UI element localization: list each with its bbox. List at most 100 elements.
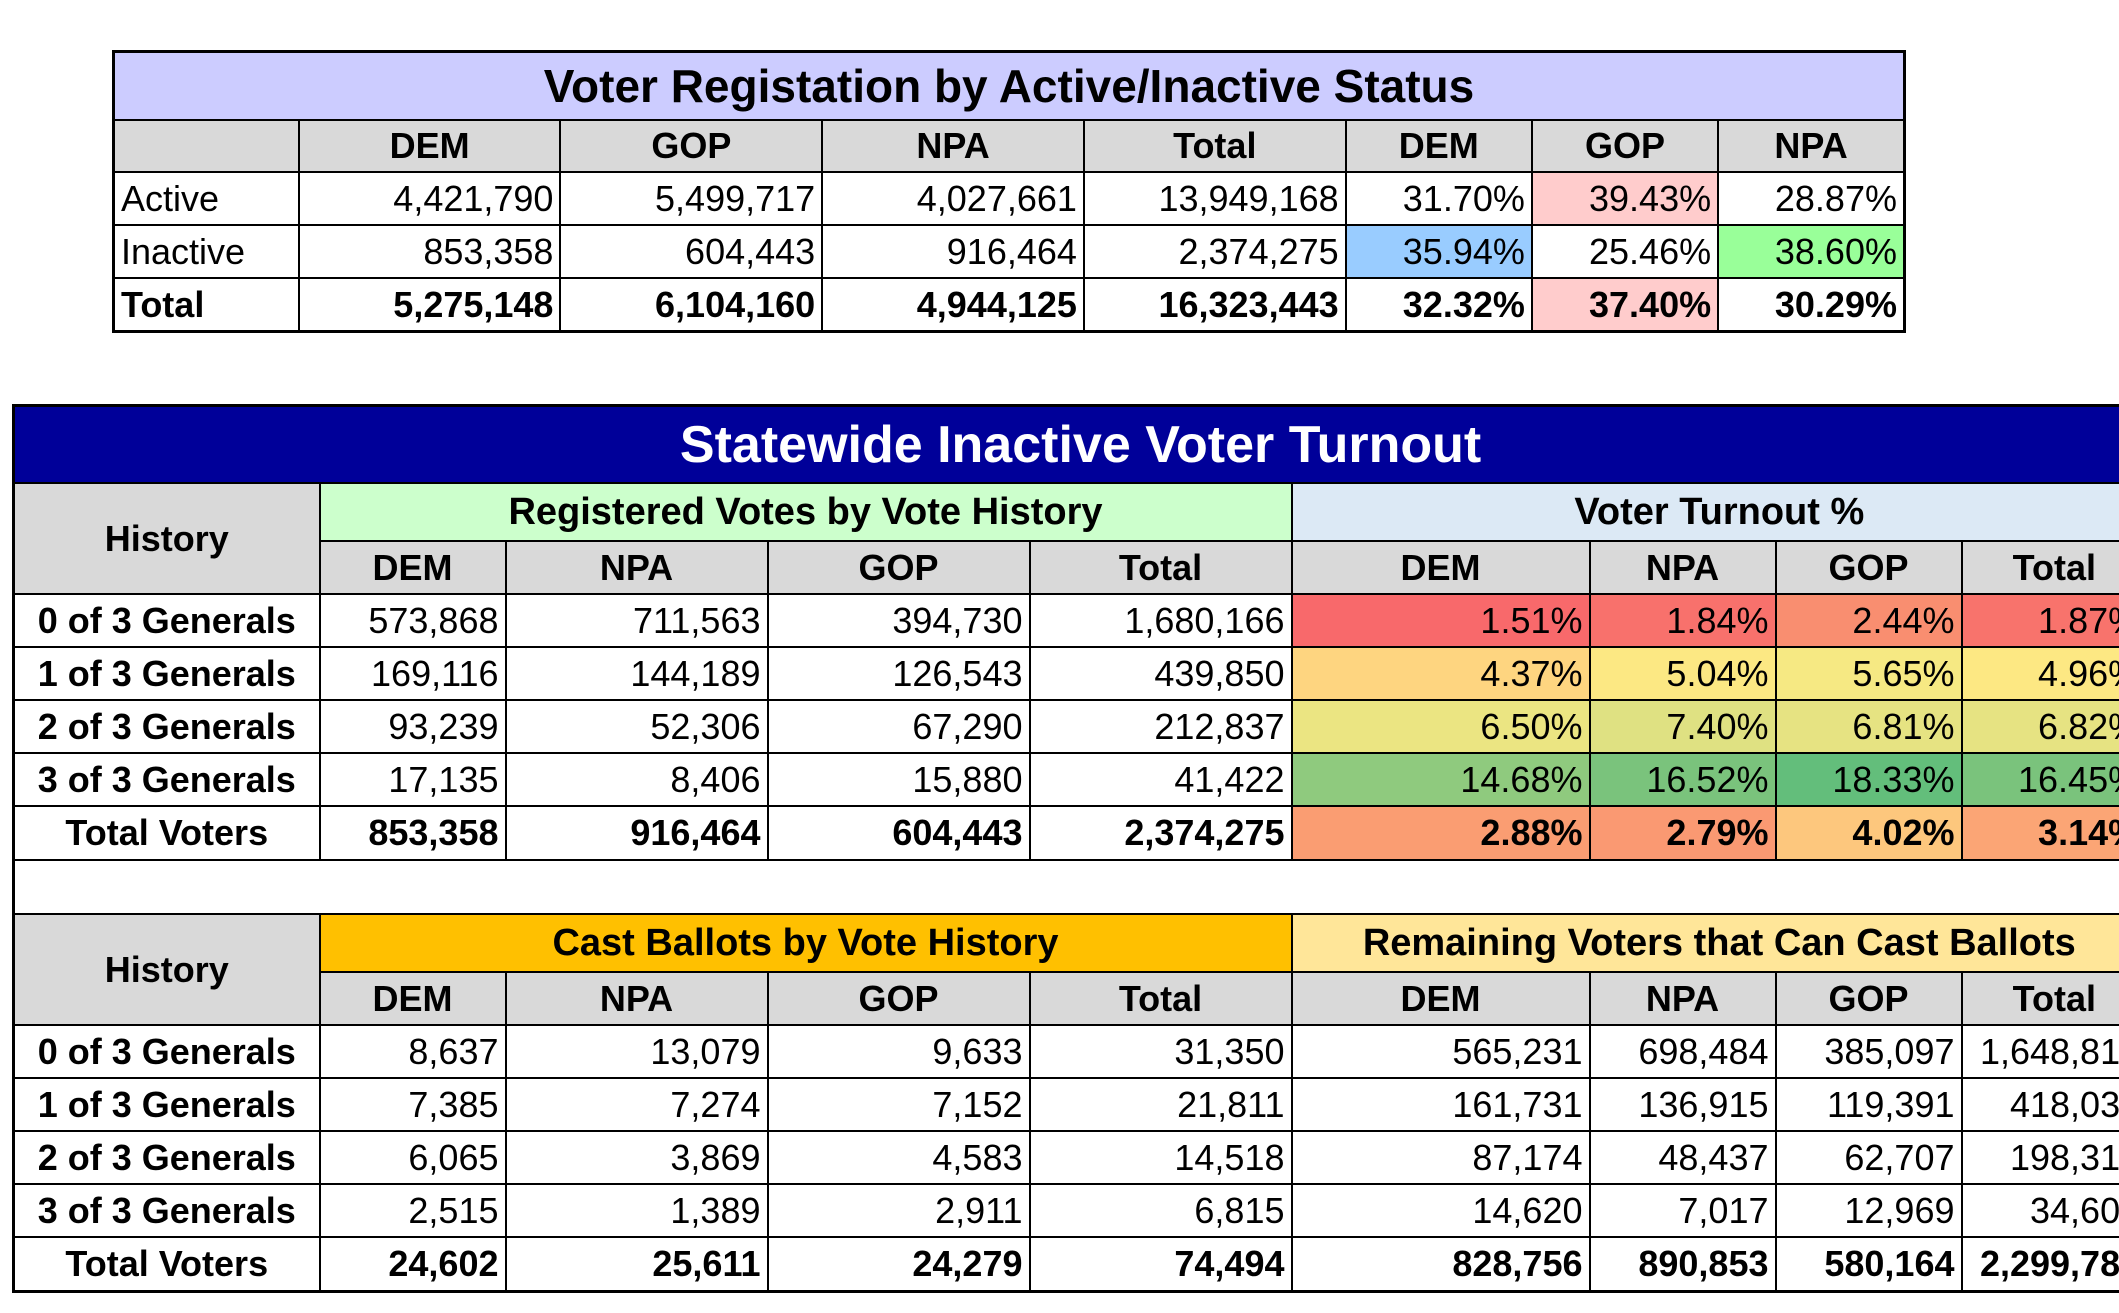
turnout-gop-pct: 6.81%: [1774, 699, 1963, 754]
history-header: History: [12, 913, 321, 1026]
cell-total: 2,374,275: [1082, 224, 1347, 279]
cast-total: 14,518: [1028, 1130, 1293, 1185]
cell-npa: 4,944,125: [821, 277, 1085, 333]
cell-npa: 4,027,661: [821, 171, 1085, 226]
table-row-total: Total Voters 853,358 916,464 604,443 2,374,2…: [12, 805, 2119, 861]
row-label: Total: [112, 277, 300, 333]
sub-header-dem: DEM: [318, 540, 507, 595]
turnout-npa-pct: 1.84%: [1588, 593, 1777, 648]
table-row: 2 of 3 Generals 6,065 3,869 4,583 14,518 87,1…: [12, 1130, 2119, 1185]
remaining-dem: 828,756: [1290, 1236, 1591, 1293]
turnout-gop-pct: 4.02%: [1774, 805, 1963, 861]
cell-gop-pct: 39.43%: [1530, 171, 1720, 226]
registered-total: 2,374,275: [1028, 805, 1293, 861]
registered-npa: 8,406: [504, 752, 769, 807]
table-row: 3 of 3 Generals 2,515 1,389 2,911 6,815 14,62…: [12, 1183, 2119, 1238]
history-label: 1 of 3 Generals: [12, 646, 321, 701]
history-label: 0 of 3 Generals: [12, 1024, 321, 1079]
table-row: Active 4,421,790 5,499,717 4,027,661 13,…: [112, 171, 1906, 226]
cast-dem: 6,065: [318, 1130, 507, 1185]
registered-gop: 126,543: [766, 646, 1031, 701]
turnout-group-header: Voter Turnout %: [1290, 482, 2119, 542]
registered-total: 212,837: [1028, 699, 1293, 754]
sub-header-npa: NPA: [504, 971, 769, 1026]
cast-total: 31,350: [1028, 1024, 1293, 1079]
turnout-dem-pct: 2.88%: [1290, 805, 1591, 861]
cast-npa: 7,274: [504, 1077, 769, 1132]
table-row: 2 of 3 Generals 93,239 52,306 67,290 212,837…: [12, 699, 2119, 754]
history-label: Total Voters: [12, 805, 321, 861]
turnout-total-pct: 3.14%: [1960, 805, 2119, 861]
cell-dem: 5,275,148: [297, 277, 562, 333]
cell-total: 13,949,168: [1082, 171, 1347, 226]
remaining-npa: 698,484: [1588, 1024, 1777, 1079]
remaining-gop: 385,097: [1774, 1024, 1963, 1079]
cell-dem: 853,358: [297, 224, 562, 279]
cell-gop-pct: 37.40%: [1530, 277, 1720, 333]
table-row-total: Total Voters 24,602 25,611 24,279 74,494 828,…: [12, 1236, 2119, 1293]
remaining-dem: 161,731: [1290, 1077, 1591, 1132]
history-label: 3 of 3 Generals: [12, 1183, 321, 1238]
turnout-npa-pct: 16.52%: [1588, 752, 1777, 807]
sub-header-dem: DEM: [318, 971, 507, 1026]
cast-total: 21,811: [1028, 1077, 1293, 1132]
history-label: 2 of 3 Generals: [12, 699, 321, 754]
registered-dem: 853,358: [318, 805, 507, 861]
remaining-group-header: Remaining Voters that Can Cast Ballots: [1290, 913, 2119, 973]
history-header: History: [12, 482, 321, 595]
registered-dem: 573,868: [318, 593, 507, 648]
cell-npa-pct: 28.87%: [1717, 171, 1906, 226]
registered-npa: 144,189: [504, 646, 769, 701]
cell-gop: 6,104,160: [559, 277, 824, 333]
remaining-npa: 136,915: [1588, 1077, 1777, 1132]
table-row: 3 of 3 Generals 17,135 8,406 15,880 41,422 14…: [12, 752, 2119, 807]
cast-total: 6,815: [1028, 1183, 1293, 1238]
cell-gop-pct: 25.46%: [1530, 224, 1720, 279]
turnout-total-pct: 6.82%: [1960, 699, 2119, 754]
turnout-dem-pct: 1.51%: [1290, 593, 1591, 648]
cast-dem: 7,385: [318, 1077, 507, 1132]
cast-dem: 2,515: [318, 1183, 507, 1238]
table-row: 1 of 3 Generals 7,385 7,274 7,152 21,811 161,…: [12, 1077, 2119, 1132]
history-label: 0 of 3 Generals: [12, 593, 321, 648]
cast-gop: 24,279: [766, 1236, 1031, 1293]
turnout-npa-pct: 5.04%: [1588, 646, 1777, 701]
registered-total: 1,680,166: [1028, 593, 1293, 648]
cast-total: 74,494: [1028, 1236, 1293, 1293]
sub-header-npa-pct: NPA: [1588, 540, 1777, 595]
header-gop: GOP: [559, 119, 824, 173]
remaining-total: 2,299,781: [1960, 1236, 2119, 1293]
sub-header-gop: GOP: [1774, 971, 1963, 1026]
cast-npa: 25,611: [504, 1236, 769, 1293]
cast-dem: 8,637: [318, 1024, 507, 1079]
registered-total: 439,850: [1028, 646, 1293, 701]
turnout-total-pct: 16.45%: [1960, 752, 2119, 807]
sub-header-gop-pct: GOP: [1774, 540, 1963, 595]
table-row: 0 of 3 Generals 573,868 711,563 394,730 1,68…: [12, 593, 2119, 648]
registered-dem: 17,135: [318, 752, 507, 807]
sub-header-npa: NPA: [504, 540, 769, 595]
inactive-turnout-table: Statewide Inactive Voter Turnout History…: [12, 404, 2119, 1293]
registered-gop: 67,290: [766, 699, 1031, 754]
table-row: 0 of 3 Generals 8,637 13,079 9,633 31,350 565…: [12, 1024, 2119, 1079]
row-label: Inactive: [112, 224, 300, 279]
registered-npa: 52,306: [504, 699, 769, 754]
cell-npa: 916,464: [821, 224, 1085, 279]
sub-header-dem-pct: DEM: [1290, 540, 1591, 595]
remaining-gop: 580,164: [1774, 1236, 1963, 1293]
registered-total: 41,422: [1028, 752, 1293, 807]
remaining-total: 1,648,816: [1960, 1024, 2119, 1079]
remaining-npa: 48,437: [1588, 1130, 1777, 1185]
header-total: Total: [1082, 119, 1347, 173]
remaining-npa: 890,853: [1588, 1236, 1777, 1293]
turnout-dem-pct: 14.68%: [1290, 752, 1591, 807]
spacer-cell: [12, 859, 2119, 915]
row-label: Active: [112, 171, 300, 226]
turnout-gop-pct: 5.65%: [1774, 646, 1963, 701]
turnout-npa-pct: 7.40%: [1588, 699, 1777, 754]
turnout-total-pct: 4.96%: [1960, 646, 2119, 701]
registered-dem: 93,239: [318, 699, 507, 754]
table-row-total: Total 5,275,148 6,104,160 4,944,125 16,3…: [112, 277, 1906, 333]
remaining-npa: 7,017: [1588, 1183, 1777, 1238]
registered-gop: 394,730: [766, 593, 1031, 648]
